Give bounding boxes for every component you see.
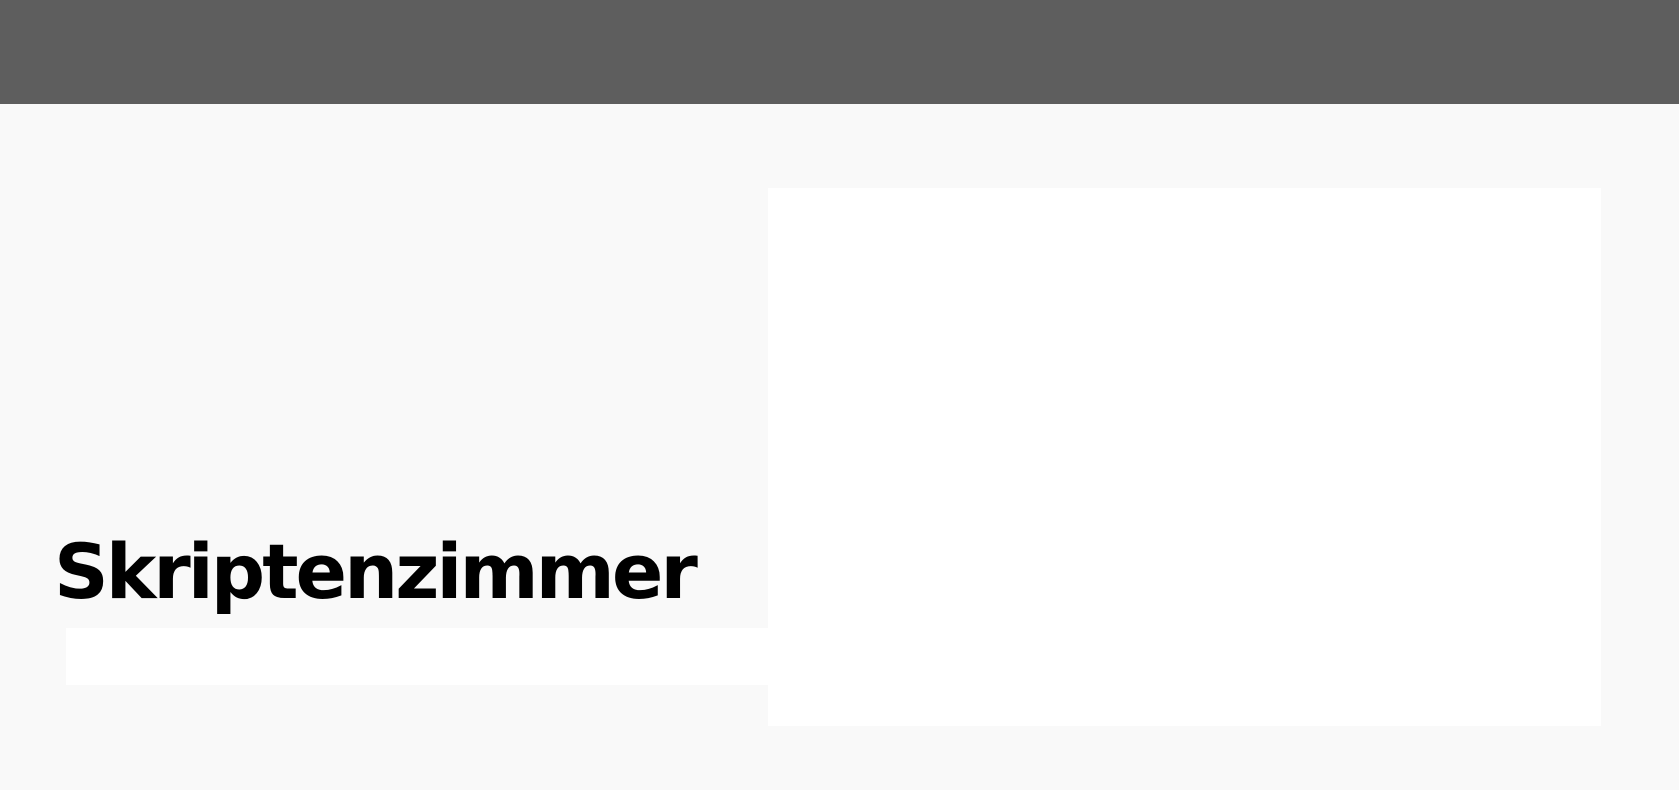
top-bar — [0, 0, 1679, 104]
title-underlay — [66, 628, 770, 685]
hero-image-panel — [768, 188, 1601, 726]
page-title: Skriptenzimmer — [54, 527, 698, 616]
